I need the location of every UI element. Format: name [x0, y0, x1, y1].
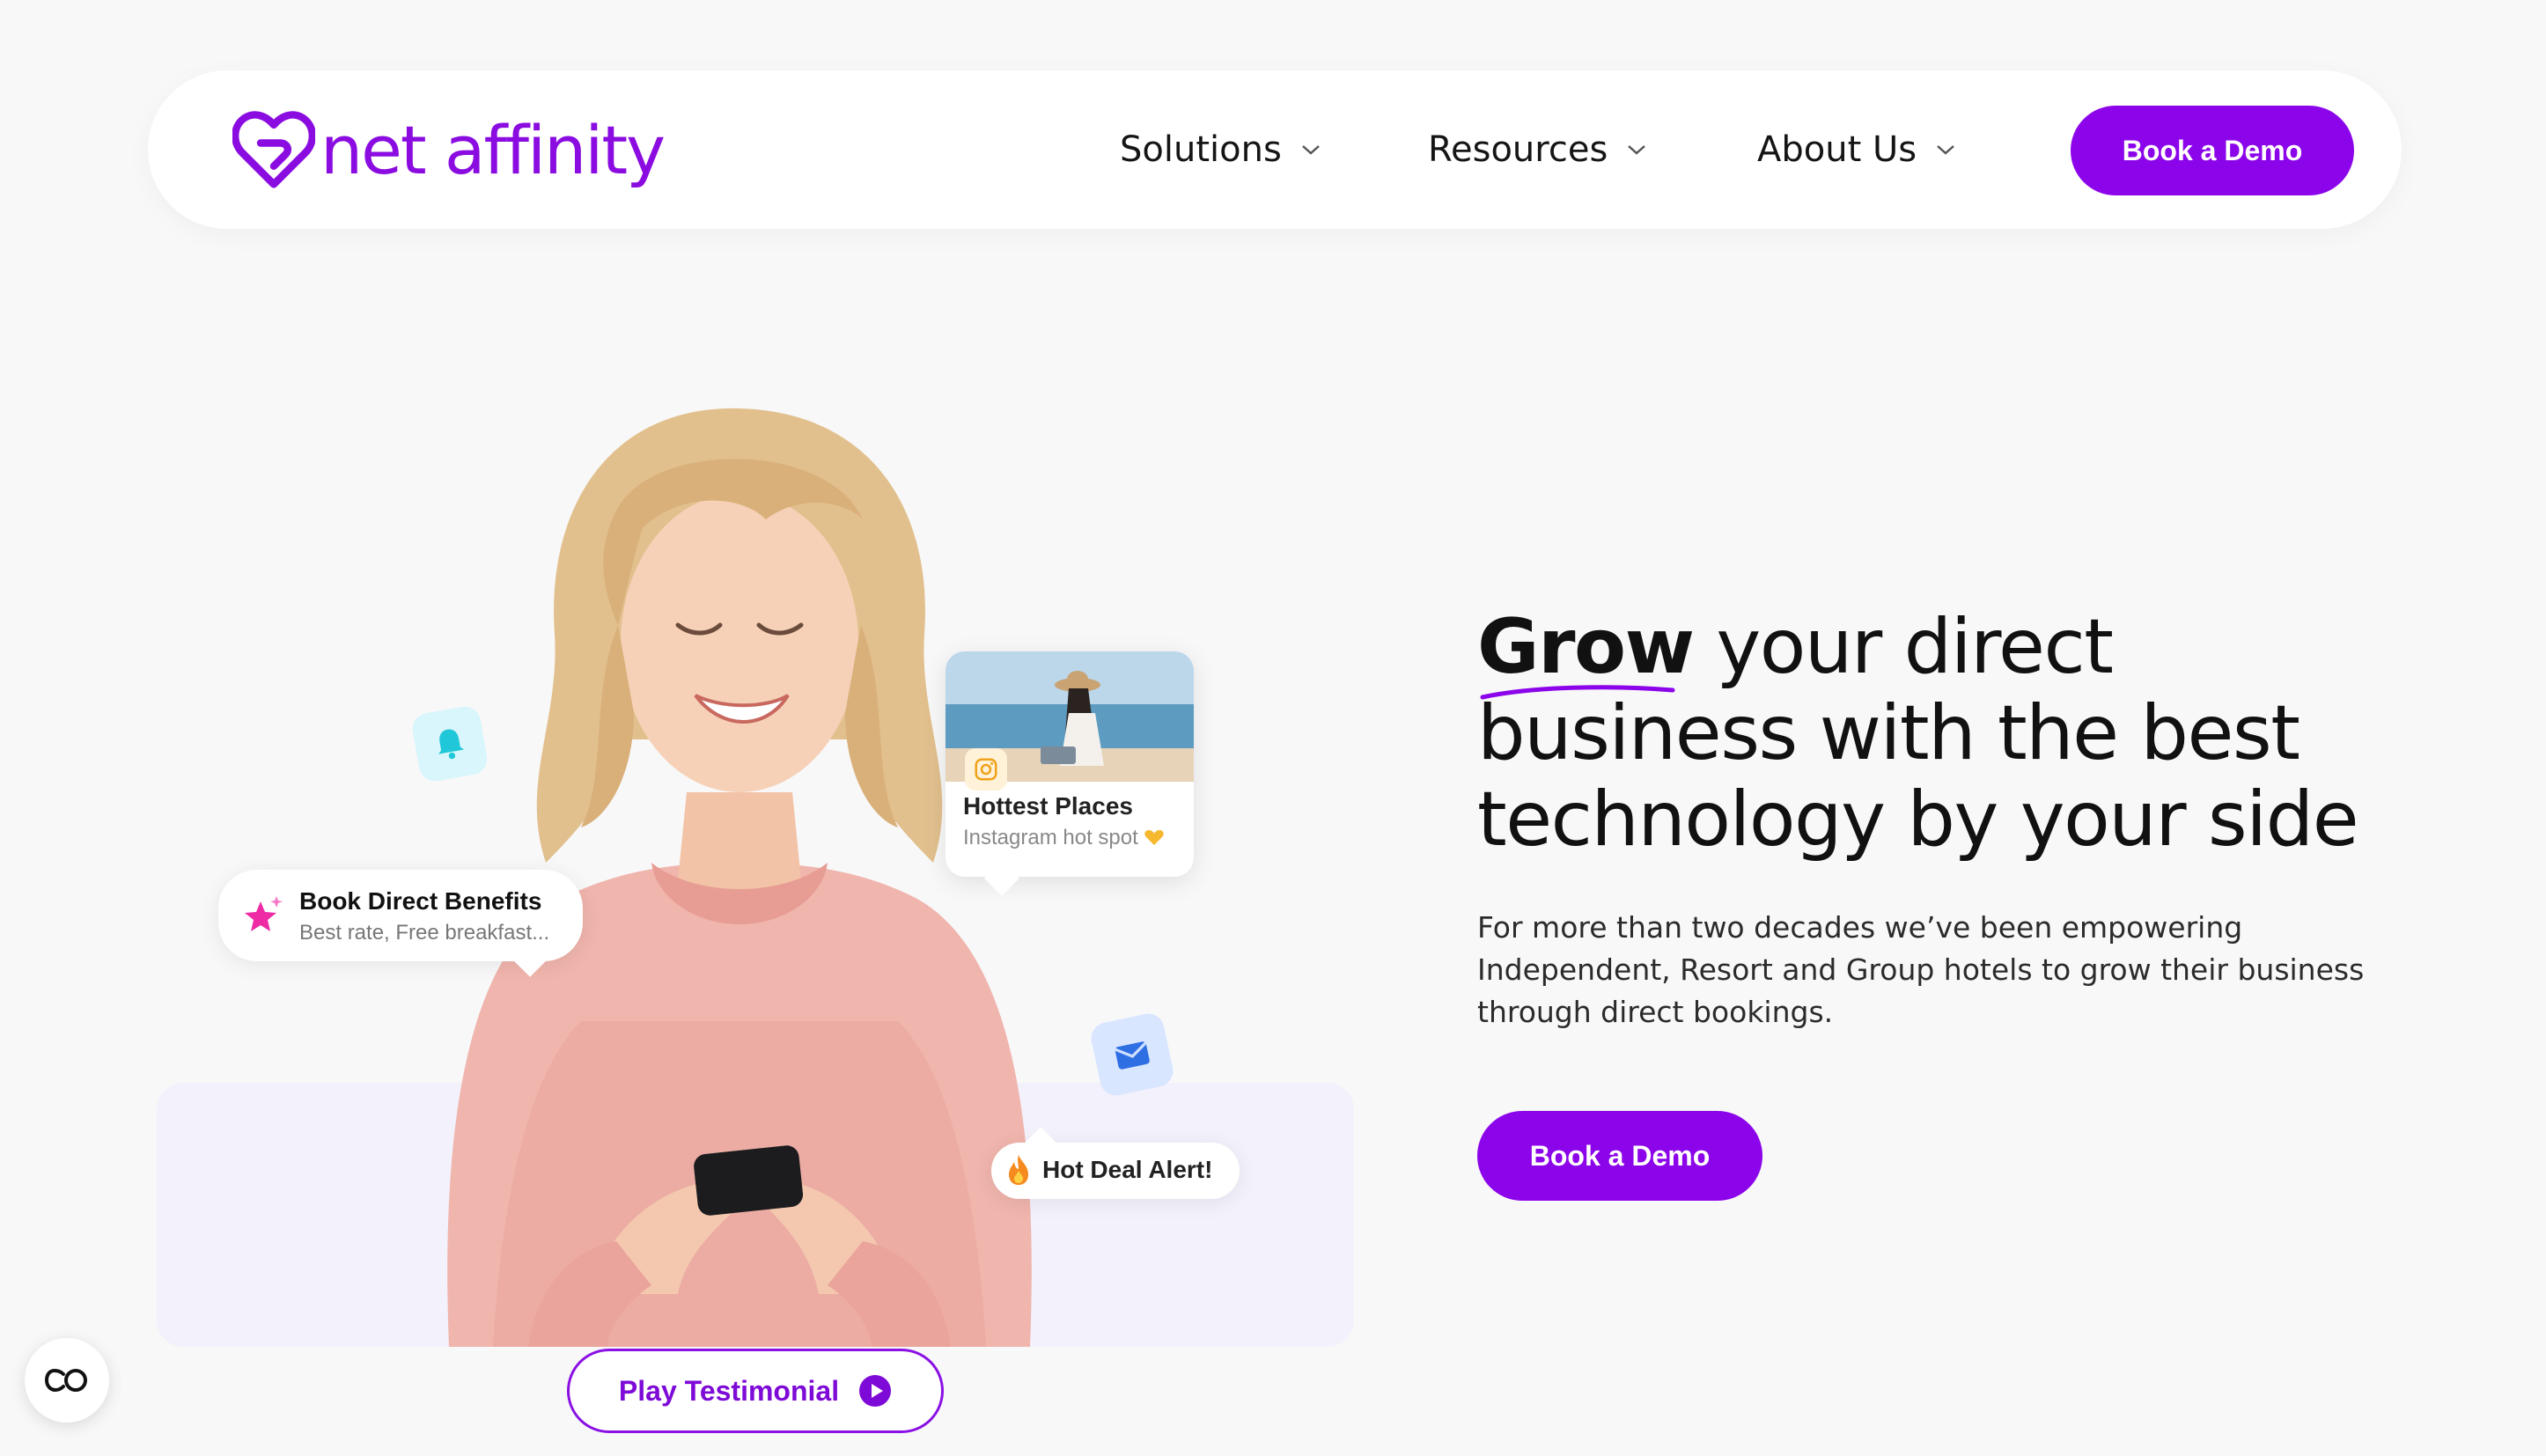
- page: net affinity Solutions Resources About U…: [0, 0, 2546, 1456]
- headline-bold-word: Grow: [1477, 603, 1695, 691]
- bell-icon-box: [409, 703, 490, 784]
- hero-description: For more than two decades we’ve been emp…: [1477, 910, 2365, 1029]
- chevron-down-icon: [1937, 145, 1954, 155]
- headline-line1-rest: your direct: [1716, 603, 2114, 691]
- nav-about-us[interactable]: About Us: [1757, 125, 1955, 174]
- instagram-icon-box: [965, 748, 1007, 791]
- hottest-places-card: Hottest Places Instagram hot spot: [946, 651, 1194, 877]
- hottest-places-subtitle: Instagram hot spot: [963, 826, 1165, 850]
- instagram-icon: [975, 758, 997, 781]
- nav-resources[interactable]: Resources: [1428, 125, 1646, 174]
- book-demo-hero-button[interactable]: Book a Demo: [1477, 1111, 1762, 1201]
- headline-underline: [1480, 685, 1675, 700]
- hot-deal-title: Hot Deal Alert!: [1042, 1156, 1213, 1183]
- play-testimonial-label: Play Testimonial: [618, 1374, 840, 1407]
- nav-solutions-label: Solutions: [1120, 129, 1282, 170]
- hottest-places-subtitle-text: Instagram hot spot: [963, 826, 1138, 849]
- headline-line2: business with the best: [1477, 689, 2300, 777]
- hero-headline: Grow your direct business with the best …: [1477, 604, 2463, 863]
- play-testimonial-button[interactable]: Play Testimonial: [567, 1349, 944, 1433]
- logo[interactable]: net affinity: [232, 107, 666, 192]
- accessibility-button[interactable]: [25, 1338, 109, 1423]
- hottest-places-title: Hottest Places: [963, 792, 1133, 820]
- book-demo-header-button[interactable]: Book a Demo: [2071, 106, 2354, 195]
- navbar: net affinity Solutions Resources About U…: [148, 70, 2402, 229]
- bell-icon: [438, 729, 465, 760]
- chevron-down-icon: [1301, 145, 1320, 155]
- nav-solutions[interactable]: Solutions: [1120, 125, 1321, 174]
- nav-resources-label: Resources: [1428, 129, 1608, 170]
- heart-logo-icon: [232, 111, 315, 188]
- mail-icon: [1114, 1041, 1150, 1070]
- book-direct-title: Book Direct Benefits: [299, 887, 542, 915]
- star-icon: [245, 896, 283, 931]
- headline-line3: technology by your side: [1477, 776, 2359, 864]
- chevron-down-icon: [1628, 145, 1646, 155]
- play-icon: [859, 1375, 892, 1407]
- book-direct-benefits-bubble: Book Direct Benefits Best rate, Free bre…: [218, 870, 583, 977]
- mail-icon-box: [1088, 1011, 1176, 1099]
- flame-icon: [1009, 1155, 1028, 1185]
- logo-text: net affinity: [320, 110, 666, 189]
- nav-about-us-label: About Us: [1757, 129, 1917, 170]
- hot-deal-chip: Hot Deal Alert!: [991, 1143, 1240, 1199]
- accessibility-icon: [44, 1368, 87, 1393]
- book-direct-subtitle: Best rate, Free breakfast...: [299, 921, 550, 945]
- heart-icon: [1144, 830, 1165, 845]
